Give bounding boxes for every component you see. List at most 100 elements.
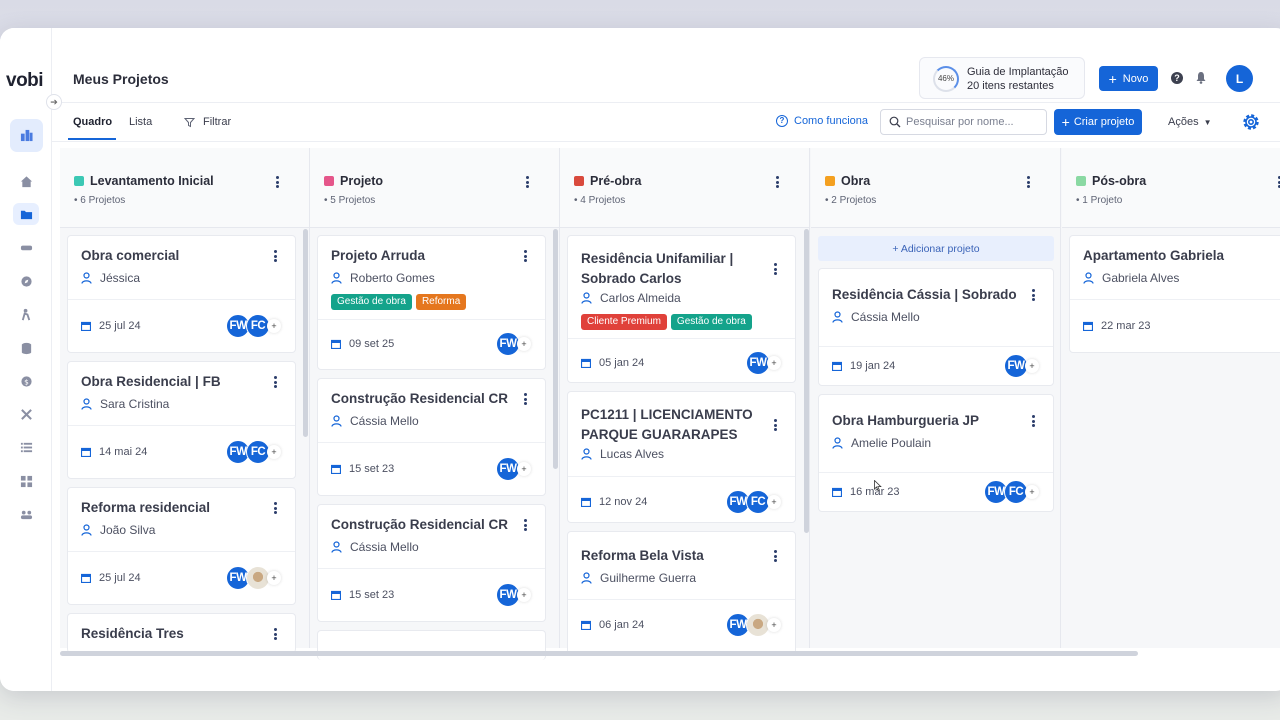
add-member-icon[interactable]: + xyxy=(517,337,531,351)
divider xyxy=(52,141,1280,142)
project-card[interactable]: Obra Hamburgueria JP Amelie Poulain 16 m… xyxy=(818,394,1054,512)
tab-quadro[interactable]: Quadro xyxy=(73,116,112,128)
team-icon[interactable] xyxy=(13,503,39,525)
filter-button[interactable]: Filtrar xyxy=(184,116,231,128)
tag: Reforma xyxy=(415,294,467,310)
project-card[interactable]: PC1211 | LICENCIAMENTO PARQUE GUARARAPES… xyxy=(567,391,796,523)
collapse-sidebar-icon[interactable]: ➔ xyxy=(46,94,62,110)
person-icon xyxy=(581,572,592,584)
person-icon xyxy=(832,437,843,449)
new-button[interactable]: + Novo xyxy=(1099,66,1158,91)
add-member-icon[interactable]: + xyxy=(517,462,531,476)
card-menu-icon[interactable] xyxy=(770,418,780,432)
bell-icon[interactable] xyxy=(1195,71,1207,84)
add-member-icon[interactable]: + xyxy=(267,571,281,585)
help-icon[interactable]: ? xyxy=(1171,72,1183,84)
calendar-icon xyxy=(832,361,842,371)
list-icon[interactable] xyxy=(13,436,39,458)
search-input[interactable] xyxy=(906,116,1046,128)
project-card[interactable]: Apartamento Gabriela Gabriela Alves 22 m… xyxy=(1069,235,1280,353)
column-count-text: 2 Projetos xyxy=(831,195,877,206)
card-menu-icon[interactable] xyxy=(1028,414,1038,428)
project-card[interactable]: Construção Residencial CR Cássia Mello 1… xyxy=(317,378,546,496)
handshake-icon[interactable] xyxy=(13,236,39,258)
card-menu-icon[interactable] xyxy=(770,262,780,276)
column-title: Pós-obra xyxy=(1092,174,1147,188)
project-card[interactable]: Residência Tres xyxy=(67,613,296,653)
add-member-icon[interactable]: + xyxy=(1025,485,1039,499)
person-name: Cássia Mello xyxy=(350,540,419,554)
gear-icon[interactable] xyxy=(1241,112,1261,132)
column-menu-icon[interactable] xyxy=(272,175,282,189)
date-text: 25 jul 24 xyxy=(99,320,141,332)
horizontal-scrollbar[interactable] xyxy=(60,651,1138,656)
project-card[interactable]: Obra Residencial | FB Sara Cristina 14 m… xyxy=(67,361,296,479)
add-member-icon[interactable]: + xyxy=(1025,359,1039,373)
card-person: Carlos Almeida xyxy=(581,291,681,305)
database-icon[interactable] xyxy=(13,337,39,359)
column-menu-icon[interactable] xyxy=(1023,175,1033,189)
tab-lista[interactable]: Lista xyxy=(129,116,152,128)
project-card[interactable]: Projeto Arruda Roberto Gomes Gestão de o… xyxy=(317,235,546,370)
card-menu-icon[interactable] xyxy=(270,627,280,641)
card-menu-icon[interactable] xyxy=(520,518,530,532)
card-date: 25 jul 24 xyxy=(81,572,141,584)
column-menu-icon[interactable] xyxy=(1274,175,1280,189)
calendar-icon xyxy=(832,487,842,497)
tools-icon[interactable] xyxy=(13,403,39,425)
project-card[interactable]: Reforma Bela Vista Guilherme Guerra 06 j… xyxy=(567,531,796,656)
scrollbar[interactable] xyxy=(303,229,308,437)
add-member-icon[interactable]: + xyxy=(517,588,531,602)
card-menu-icon[interactable] xyxy=(520,392,530,406)
worker-icon[interactable] xyxy=(13,303,39,325)
date-text: 19 jan 24 xyxy=(850,360,896,372)
card-menu-icon[interactable] xyxy=(270,249,280,263)
card-date: 16 mar 23 xyxy=(832,486,900,498)
how-it-works-link[interactable]: ? Como funciona xyxy=(776,115,868,127)
card-menu-icon[interactable] xyxy=(1028,288,1038,302)
project-card[interactable]: Residência Unifamiliar | Sobrado Carlos … xyxy=(567,235,796,383)
card-menu-icon[interactable] xyxy=(270,501,280,515)
project-card[interactable]: Residência Cássia | Sobrado Cássia Mello… xyxy=(818,268,1054,386)
apps-icon[interactable] xyxy=(13,470,39,492)
add-project-button[interactable]: + Adicionar projeto xyxy=(818,236,1054,261)
scrollbar[interactable] xyxy=(804,229,809,533)
card-avatars: FW FC + xyxy=(726,490,781,514)
active-tab-indicator xyxy=(68,138,116,140)
column-color-dot xyxy=(825,176,835,186)
scrollbar[interactable] xyxy=(553,229,558,469)
card-person: Gabriela Alves xyxy=(1083,271,1179,285)
implementation-guide[interactable]: 46% Guia de Implantação 20 itens restant… xyxy=(919,57,1085,99)
calendar-icon xyxy=(1083,321,1093,331)
column-menu-icon[interactable] xyxy=(772,175,782,189)
project-card[interactable]: Construção Residencial CR Cássia Mello 1… xyxy=(317,504,546,622)
column-menu-icon[interactable] xyxy=(522,175,532,189)
create-project-button[interactable]: + Criar projeto xyxy=(1054,109,1142,135)
actions-dropdown[interactable]: Ações ▼ xyxy=(1168,116,1212,128)
add-member-icon[interactable]: + xyxy=(267,445,281,459)
card-menu-icon[interactable] xyxy=(770,549,780,563)
card-avatars: FW FC + xyxy=(226,314,281,338)
column-title: Levantamento Inicial xyxy=(90,174,214,188)
column-count: • 5 Projetos xyxy=(324,195,376,206)
column-levantamento-inicial: Levantamento Inicial • 6 Projetos Obra c… xyxy=(60,148,310,653)
add-member-icon[interactable]: + xyxy=(767,495,781,509)
search-box[interactable] xyxy=(880,109,1047,135)
card-menu-icon[interactable] xyxy=(520,249,530,263)
column-color-dot xyxy=(574,176,584,186)
add-member-icon[interactable]: + xyxy=(767,618,781,632)
dashboard-icon[interactable] xyxy=(10,119,43,152)
add-member-icon[interactable]: + xyxy=(767,356,781,370)
project-card[interactable]: Reforma residencial João Silva 25 jul 24… xyxy=(67,487,296,605)
compass-icon[interactable] xyxy=(13,270,39,292)
person-icon xyxy=(331,415,342,427)
project-card[interactable]: Obra comercial Jéssica 25 jul 24 FW FC + xyxy=(67,235,296,353)
tag: Gestão de obra xyxy=(670,314,752,330)
add-member-icon[interactable]: + xyxy=(267,319,281,333)
card-menu-icon[interactable] xyxy=(270,375,280,389)
folder-icon[interactable] xyxy=(13,203,39,225)
home-icon[interactable] xyxy=(13,170,39,192)
caret-down-icon: ▼ xyxy=(1203,118,1212,127)
user-avatar[interactable]: L xyxy=(1226,65,1253,92)
money-icon[interactable]: $ xyxy=(13,370,39,392)
